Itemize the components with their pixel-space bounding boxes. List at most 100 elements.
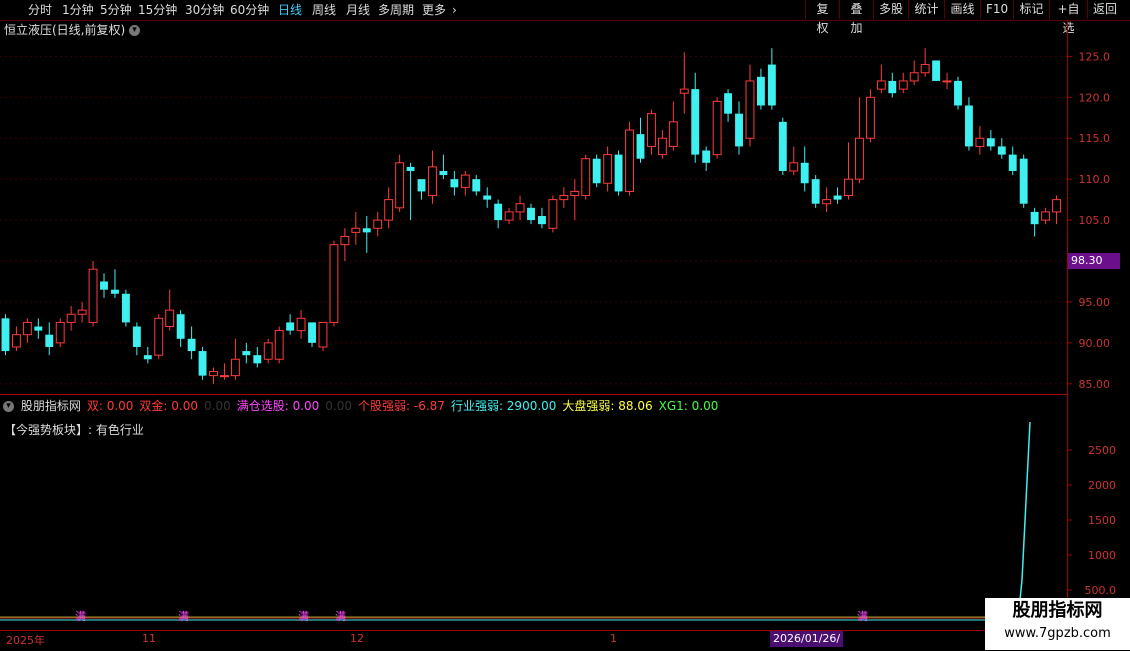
candle-body-up	[548, 199, 558, 229]
candle-body-down	[1008, 154, 1017, 171]
candle-body-down	[724, 93, 733, 114]
period-tab-3[interactable]: 15分钟	[138, 2, 177, 18]
candle-body-up	[657, 137, 667, 156]
candle-body-down	[888, 80, 897, 94]
period-toolbar: 分时 1分钟 5分钟 15分钟 30分钟 60分钟 日线 周线 月线 多周期 更多 › 复权 叠加 多股 统计…	[0, 0, 1130, 35]
indicator-legend-6: 个股强弱: -6.87	[358, 399, 445, 413]
chevron-right-icon[interactable]: ›	[452, 2, 457, 18]
ind-tick-label: 2500	[1088, 444, 1116, 457]
toolbar-button-4[interactable]: 画线	[944, 0, 980, 19]
candle-body-down	[986, 138, 995, 147]
candle-body-down	[100, 281, 108, 290]
candle-body-up	[646, 113, 656, 147]
candle-body-down	[954, 80, 962, 106]
candle-body-up	[263, 342, 273, 360]
stock-title: 恒立液压(日线,前复权)	[4, 23, 126, 37]
price-chart: 125.0120.0115.0110.0105.0100.095.0090.00…	[0, 48, 1117, 623]
selected-date: 2026/01/26/	[770, 631, 844, 647]
candle-body-up	[668, 121, 678, 147]
ind-tick-label: 2000	[1088, 479, 1116, 492]
candle-body-up	[898, 80, 908, 90]
candle-body-down	[483, 195, 492, 200]
watermark-url: www.7gpzb.com	[1004, 626, 1111, 641]
toolbar-button-1[interactable]: 叠加	[839, 0, 873, 35]
price-tick-label: 85.00	[1079, 378, 1111, 391]
price-tick-label: 95.00	[1079, 296, 1111, 309]
candle-body-down	[121, 293, 130, 323]
candle-body-down	[286, 322, 295, 331]
period-tab-9[interactable]: 多周期	[378, 2, 414, 18]
candle-body-up	[942, 80, 952, 83]
ind-tick-label: 500.0	[1085, 584, 1117, 597]
chevron-down-icon[interactable]: ▾	[129, 25, 141, 36]
indicator-legend-0: 股朋指标网	[20, 399, 81, 413]
period-tab-8[interactable]: 月线	[346, 2, 370, 18]
candle-body-down	[143, 355, 152, 360]
candle-body-down	[34, 326, 43, 331]
period-tab-7[interactable]: 周线	[312, 2, 336, 18]
candle-body-up	[559, 195, 569, 201]
toolbar-button-0[interactable]: 复权	[805, 0, 839, 35]
candle-body-down	[833, 195, 842, 200]
chevron-down-icon[interactable]: ▾	[3, 401, 14, 412]
candle-body-up	[55, 321, 65, 344]
candle-body-up	[975, 137, 985, 147]
toolbar-button-2[interactable]: 多股	[873, 0, 908, 19]
indicator-legend-1: 双: 0.00	[86, 399, 134, 413]
candle-body-up	[625, 129, 634, 192]
candle-body-up	[66, 313, 76, 323]
candle-body-up	[876, 80, 886, 90]
ind-tick-label: 1000	[1088, 549, 1116, 562]
candle-body-up	[340, 235, 350, 246]
price-tick-label: 115.0	[1079, 132, 1111, 145]
full-position-marker: 满	[335, 610, 346, 623]
indicator-legend-5: 0.00	[325, 399, 353, 413]
period-tab-2[interactable]: 5分钟	[100, 2, 132, 18]
price-tick-label: 105.0	[1079, 214, 1111, 227]
candle-body-up	[154, 317, 164, 356]
candle-body-up	[274, 330, 284, 360]
candle-body-up	[318, 321, 328, 348]
candle-body-up	[745, 80, 755, 139]
candle-body-up	[88, 268, 98, 323]
right-axis-line	[1067, 20, 1068, 630]
period-tab-10[interactable]: 更多	[422, 2, 446, 18]
candle-body-down	[45, 334, 54, 347]
candle-body-down	[132, 326, 141, 347]
toolbar-button-3[interactable]: 统计	[908, 0, 944, 19]
indicator-legend-2: 双金: 0.00	[139, 399, 198, 413]
toolbar-button-8[interactable]: 返回	[1087, 0, 1122, 19]
candle-body-up	[395, 162, 405, 209]
ind-tick-label: 1500	[1088, 514, 1116, 527]
toolbar-button-5[interactable]: F10	[980, 0, 1013, 19]
candle-body-up	[384, 199, 394, 221]
period-tab-5[interactable]: 60分钟	[230, 2, 269, 18]
candle-body-up	[603, 154, 613, 184]
candle-body-down	[811, 179, 820, 204]
candle-body-up	[515, 203, 525, 213]
candle-body-down	[932, 60, 941, 81]
toolbar-button-7[interactable]: +自选	[1049, 0, 1087, 35]
candle-body-down	[767, 64, 776, 106]
period-tab-4[interactable]: 30分钟	[185, 2, 224, 18]
indicator-legend-3: 0.00	[204, 399, 231, 413]
candle-body-down	[176, 314, 185, 339]
candle-body-down	[253, 355, 262, 364]
candle-body-up	[570, 190, 580, 197]
indicator-header: ▾ 股朋指标网 双: 0.00 双金: 0.00 0.00 满仓选股: 0.00 0.00…	[0, 397, 724, 415]
candle-body-up	[296, 317, 306, 332]
period-tab-6[interactable]: 日线	[278, 2, 302, 18]
candle-body-up	[22, 321, 32, 336]
candle-body-up	[1052, 199, 1061, 213]
candle-body-down	[111, 289, 119, 294]
candle-body-up	[220, 375, 229, 378]
toolbar-button-6[interactable]: 标记	[1013, 0, 1049, 19]
price-tick-label: 110.0	[1079, 173, 1111, 186]
indicator-legend-4: 满仓选股: 0.00	[236, 399, 320, 413]
full-position-marker: 满	[75, 610, 86, 623]
period-tab-0[interactable]: 分时	[28, 2, 52, 18]
candle-body-down	[308, 322, 316, 343]
candle-body-down	[997, 146, 1006, 155]
panel-separator	[0, 394, 1067, 395]
period-tab-1[interactable]: 1分钟	[62, 2, 94, 18]
